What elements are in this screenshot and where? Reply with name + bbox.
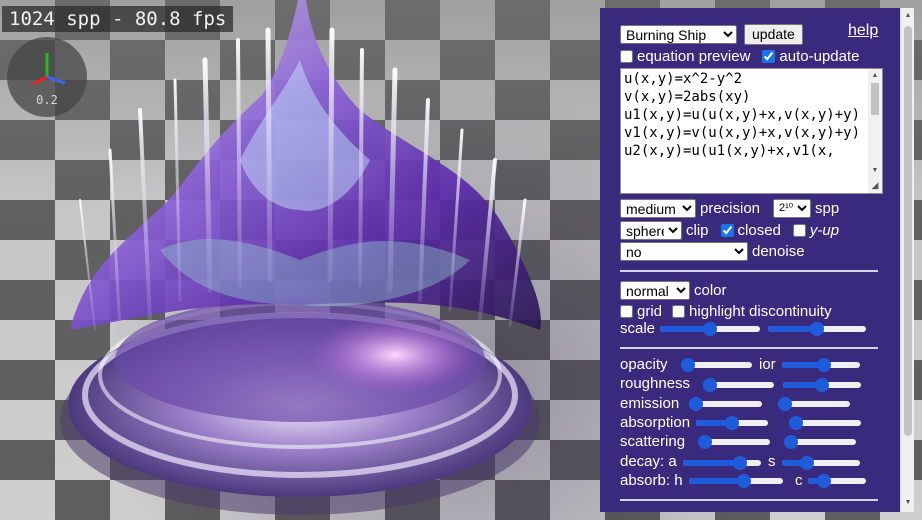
update-button[interactable]: update [744,23,803,45]
y-up-label: y-up [809,221,840,239]
emission-label: emission [620,395,680,412]
ior-slider[interactable] [782,358,860,372]
roughness-label: roughness [620,375,691,392]
scattering-slider[interactable] [698,435,770,449]
grid-row: grid highlight discontinuity [620,301,832,321]
auto-update-checkbox[interactable] [762,49,776,63]
scale-label: scale [620,320,656,337]
roughness-slider[interactable] [703,378,774,392]
decay-a-slider[interactable] [683,456,761,470]
panel-scrollbar[interactable]: ▲ ▼ [900,8,914,512]
y-up-checkbox[interactable] [792,223,806,237]
spp-label: spp [815,199,840,217]
resize-grip-icon[interactable]: ◢ [868,179,882,191]
control-panel: Burning Ship update help equation previe… [600,8,914,512]
panel-scroll-thumb[interactable] [904,26,912,436]
equation-scrollbar[interactable]: ▲ ▼ ◢ [868,69,882,193]
preview-row: equation preview auto-update [620,46,860,66]
scattering-slider-2[interactable] [784,435,856,449]
denoise-select[interactable]: no [620,241,748,261]
auto-update-label: auto-update [779,47,860,65]
denoise-label: denoise [752,242,805,260]
scattering-label: scattering [620,433,686,450]
render-stats: 1024 spp - 80.8 fps [2,6,234,32]
absorption-label: absorption [620,414,691,431]
emission-slider[interactable] [689,397,762,411]
color-select[interactable]: normal [620,280,690,300]
precision-select[interactable]: medium [620,198,696,218]
absorb-c-label: c [795,472,803,489]
equation-preview-label: equation preview [637,47,751,65]
absorb-c-slider[interactable] [808,474,866,488]
preset-row: Burning Ship update [620,23,803,45]
equation-editor[interactable]: u(x,y)=x^2-y^2 v(x,y)=2abs(xy) u1(x,y)=u… [620,68,883,194]
clip-row: sphere clip closed y-up [620,220,839,240]
grid-label: grid [637,302,663,320]
absorb-h-label: absorb: h [620,472,683,489]
equation-scroll-thumb[interactable] [871,83,879,115]
scroll-up-icon[interactable]: ▲ [868,70,882,82]
emission-slider-2[interactable] [778,397,850,411]
absorption-slider-2[interactable] [789,416,861,430]
precision-row: medium precision 2¹⁰ spp [620,198,839,218]
spp-select[interactable]: 2¹⁰ [773,198,812,218]
axis-gizmo[interactable]: 0.2 [7,37,87,117]
closed-checkbox[interactable] [720,223,734,237]
color-label: color [694,281,727,299]
divider [620,499,878,501]
scroll-down-icon[interactable]: ▼ [901,496,914,510]
divider [620,270,878,272]
help-link[interactable]: help [848,22,878,40]
scroll-down-icon[interactable]: ▼ [868,165,882,177]
precision-label: precision [700,199,761,217]
closed-label: closed [737,221,781,239]
highlight-discontinuity-checkbox[interactable] [672,304,686,318]
divider [620,347,878,349]
decay-s-label: s [768,453,776,470]
clip-label: clip [686,221,709,239]
decay-s-slider[interactable] [782,456,860,470]
preset-select[interactable]: Burning Ship [620,24,737,44]
denoise-row: no denoise [620,241,805,261]
decay-a-label: decay: a [620,453,677,470]
color-row: normal color [620,280,727,300]
absorb-h-slider[interactable] [689,474,783,488]
scale-slider-1[interactable] [660,322,760,336]
clip-select[interactable]: sphere [620,220,682,240]
ior-label: ior [759,356,776,373]
absorption-slider[interactable] [696,416,768,430]
grid-checkbox[interactable] [620,304,633,318]
opacity-slider[interactable] [681,358,752,372]
equation-text[interactable]: u(x,y)=x^2-y^2 v(x,y)=2abs(xy) u1(x,y)=u… [624,70,868,160]
highlight-discontinuity-label: highlight discontinuity [689,302,832,320]
gizmo-value: 0.2 [36,93,58,107]
equation-preview-checkbox[interactable] [620,49,633,63]
scroll-up-icon[interactable]: ▲ [901,9,914,23]
roughness-slider-2[interactable] [783,378,861,392]
opacity-label: opacity [620,356,668,373]
scale-slider-2[interactable] [768,322,866,336]
